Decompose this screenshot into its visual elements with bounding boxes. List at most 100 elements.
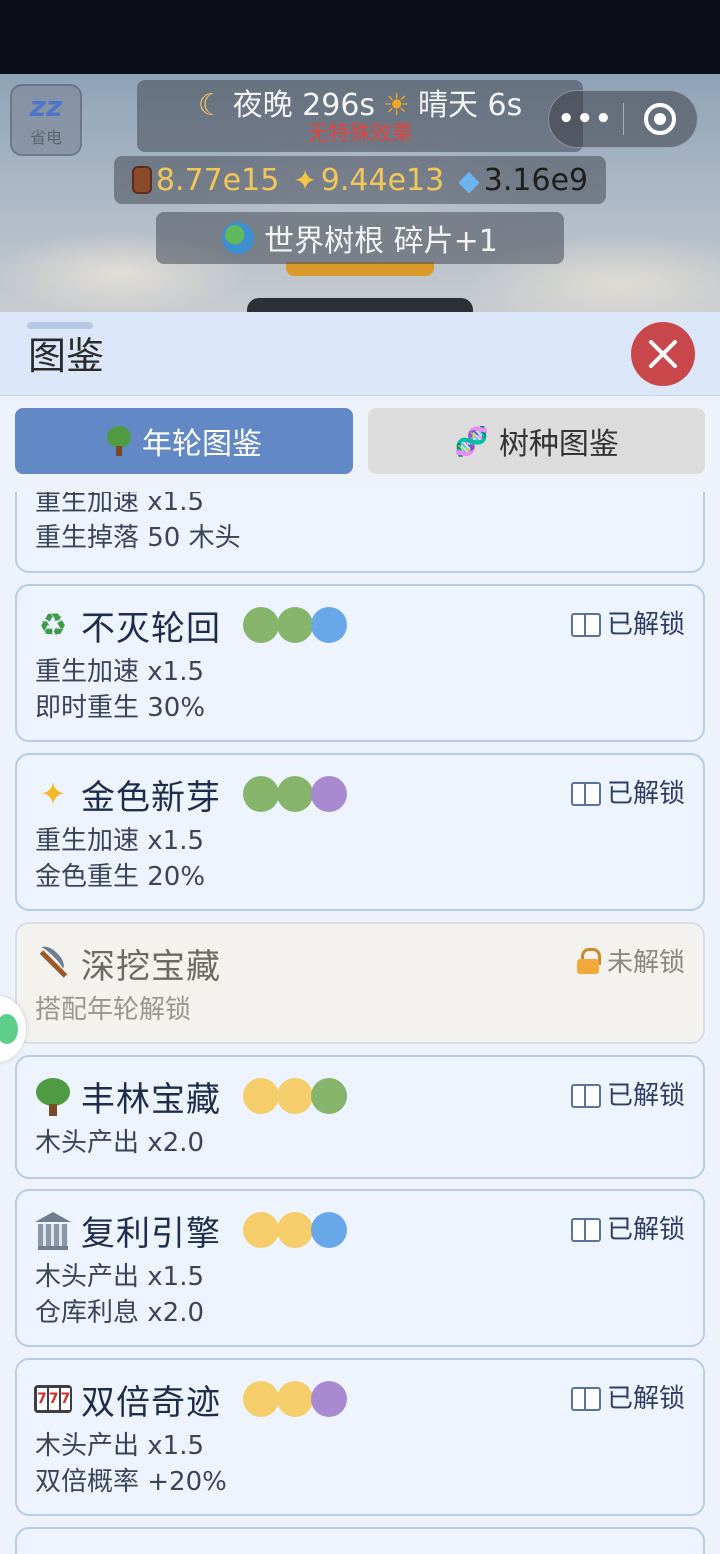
slot-machine-icon: 777: [34, 1381, 72, 1417]
effect-line: 木头产出 x1.5: [35, 1431, 205, 1461]
effect-line: 木头产出 x2.0: [35, 1128, 205, 1158]
ring-dot: [277, 1078, 313, 1114]
ring-dot: [277, 1212, 313, 1248]
status-badge: 已解锁: [570, 604, 685, 641]
target-icon: [644, 103, 677, 135]
sheet-header: 图鉴: [0, 312, 720, 396]
status-text: 已解锁: [606, 610, 685, 640]
effect-line: 即时重生 30%: [35, 693, 206, 723]
sparkle-icon: ✦: [293, 163, 317, 197]
close-mini-program-button[interactable]: [624, 103, 698, 135]
book-icon: [570, 1217, 601, 1242]
item-name: 双倍奇迹: [81, 1382, 221, 1423]
gold-button-peek: [286, 262, 434, 276]
item-name: 丰林宝藏: [81, 1079, 221, 1120]
list-item[interactable]: ✦ 金色新芽 已解锁 重生加速 x1.5 金色重生 20%: [15, 753, 705, 911]
power-save-label: 省电: [29, 128, 62, 147]
ring-dots: [243, 1212, 347, 1248]
gem-icon: ◆: [458, 163, 480, 197]
effect-line: 仓库利息 x2.0: [35, 1298, 205, 1328]
list-item[interactable]: [15, 1527, 705, 1554]
moon-icon: ☾: [197, 88, 225, 123]
ring-dots: [243, 607, 347, 643]
ring-dots: [243, 1078, 347, 1114]
status-badge: 已解锁: [570, 1378, 685, 1415]
status-text: 未解锁: [606, 948, 685, 978]
tab-label: 树种图鉴: [498, 427, 619, 462]
status-badge: 已解锁: [570, 773, 685, 810]
weather-state: 晴天 6s: [417, 88, 523, 123]
tab-ring-collection[interactable]: 年轮图鉴: [15, 408, 353, 474]
weather-effect: 无特殊效果: [307, 121, 413, 145]
effect-line: 重生加速 x1.5: [35, 826, 205, 856]
status-badge: 已解锁: [570, 1209, 685, 1246]
tree-icon: [35, 1078, 71, 1116]
close-icon: [646, 337, 680, 371]
ring-dot: [311, 776, 347, 812]
resource-bar: 8.77e15 ✦ 9.44e13 ◆ 3.16e9: [114, 156, 606, 204]
sparkle-amount: 9.44e13: [320, 162, 445, 198]
ring-dot: [243, 776, 279, 812]
list-item-locked[interactable]: 深挖宝藏 未解锁 搭配年轮解锁: [15, 922, 705, 1044]
sparkle-icon: ✦: [39, 775, 67, 813]
ring-dot: [243, 1381, 279, 1417]
pickaxe-icon: [35, 945, 71, 981]
time-of-day: 夜晚 296s: [232, 88, 376, 123]
ring-dots: [243, 776, 347, 812]
tab-species-collection[interactable]: 🧬 树种图鉴: [368, 408, 705, 474]
status-text: 已解锁: [606, 1384, 685, 1414]
item-name: 深挖宝藏: [81, 946, 221, 987]
sheet-grabber[interactable]: [27, 322, 93, 329]
power-save-button[interactable]: zz 省电: [10, 84, 82, 156]
item-name: 金色新芽: [81, 777, 221, 818]
item-name: 复利引擎: [81, 1213, 221, 1254]
status-text: 已解锁: [606, 779, 685, 809]
tab-bar: 年轮图鉴 🧬 树种图鉴: [0, 408, 720, 474]
more-options-button[interactable]: •••: [549, 104, 623, 134]
unlock-hint: 搭配年轮解锁: [35, 995, 192, 1025]
list-item[interactable]: 丰林宝藏 已解锁 木头产出 x2.0: [15, 1055, 705, 1179]
book-icon: [570, 781, 601, 806]
status-text: 已解锁: [606, 1215, 685, 1245]
book-icon: [570, 1386, 601, 1411]
ring-dots: [243, 1381, 347, 1417]
effect-line: 重生加速 x1.5: [35, 492, 205, 517]
ring-dot: [277, 1381, 313, 1417]
lock-icon: [576, 947, 601, 974]
gem-amount: 3.16e9: [483, 162, 589, 198]
globe-icon: [222, 222, 255, 254]
dna-icon: 🧬: [454, 424, 489, 458]
status-text: 已解锁: [606, 1081, 685, 1111]
close-button[interactable]: [631, 322, 695, 386]
status-badge: 未解锁: [576, 942, 685, 979]
event-text: 世界树根 碎片+1: [264, 224, 498, 259]
effect-line: 重生加速 x1.5: [35, 657, 205, 687]
tree-icon: [106, 426, 132, 456]
collection-sheet: 图鉴 年轮图鉴 🧬 树种图鉴 重生加速 x1.5 重生掉落 50 木头 ♻ 不灭…: [0, 312, 720, 1554]
recycle-icon: ♻: [38, 606, 68, 644]
sun-icon: ☀: [383, 88, 410, 123]
ring-dot: [277, 776, 313, 812]
ring-dot: [311, 607, 347, 643]
list-item[interactable]: 重生加速 x1.5 重生掉落 50 木头: [15, 492, 705, 573]
list-item[interactable]: 777 双倍奇迹 已解锁 木头产出 x1.5 双倍概率 +20%: [15, 1358, 705, 1516]
effect-line: 重生掉落 50 木头: [35, 523, 241, 553]
book-icon: [570, 1083, 601, 1108]
sheet-title: 图鉴: [28, 334, 105, 378]
ring-dot: [243, 1078, 279, 1114]
wood-amount: 8.77e15: [155, 162, 280, 198]
bank-icon: [35, 1212, 71, 1250]
list-item[interactable]: 复利引擎 已解锁 木头产出 x1.5 仓库利息 x2.0: [15, 1189, 705, 1347]
event-banner: 世界树根 碎片+1: [156, 212, 564, 264]
status-bar: [0, 0, 720, 74]
status-badge: 已解锁: [570, 1075, 685, 1112]
effect-line: 木头产出 x1.5: [35, 1262, 205, 1292]
item-name: 不灭轮回: [81, 608, 221, 649]
effect-line: 金色重生 20%: [35, 862, 206, 892]
ring-dot: [277, 607, 313, 643]
list-item[interactable]: ♻ 不灭轮回 已解锁 重生加速 x1.5 即时重生 30%: [15, 584, 705, 742]
sleep-icon: zz: [29, 90, 63, 123]
ring-list[interactable]: 重生加速 x1.5 重生掉落 50 木头 ♻ 不灭轮回 已解锁 重生加速 x1.…: [0, 492, 720, 1554]
ring-dot: [243, 1212, 279, 1248]
weather-panel: ☾ 夜晚 296s ☀ 晴天 6s 无特殊效果: [137, 80, 583, 152]
